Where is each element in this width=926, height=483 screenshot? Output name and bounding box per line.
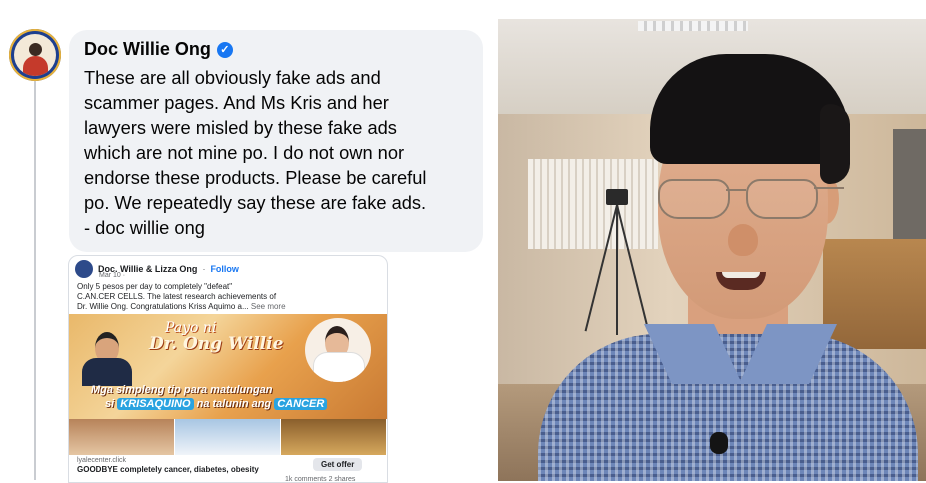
eyeglasses xyxy=(658,179,844,219)
post-text-line: C.AN.CER CELLS. The latest research achi… xyxy=(77,292,277,301)
ceiling-light xyxy=(638,21,748,31)
comment-line: scammer pages. And Ms Kris and her xyxy=(84,92,389,113)
speaker-hair-side xyxy=(820,104,850,184)
facebook-comment-panel: Doc Willie Ong ✓ These are all obviously… xyxy=(0,0,498,483)
get-offer-button: Get offer xyxy=(313,458,363,471)
video-frame xyxy=(498,19,926,481)
avatar-photo xyxy=(14,34,56,76)
attached-screenshot[interactable]: Doc. Willie & Lizza Ong · Follow Mar 10 … xyxy=(68,255,388,483)
separator-dot: · xyxy=(202,264,206,274)
avatar-body xyxy=(23,56,48,76)
comment-line: These are all obviously fake ads and xyxy=(84,67,381,88)
thumbnail-image xyxy=(281,419,387,455)
comment-line: po. We repeatedly say these are fake ads… xyxy=(84,192,427,213)
comment-bubble: Doc Willie Ong ✓ These are all obviously… xyxy=(69,30,483,252)
banner-caption-line2: si KRISAQUINO na talunin ang CANCER xyxy=(105,398,328,410)
page-avatar xyxy=(75,260,93,278)
thread-line xyxy=(34,80,36,480)
thumbnail-image xyxy=(175,419,281,455)
lapel-mic-icon xyxy=(710,432,728,454)
speaker-nose xyxy=(728,224,758,256)
ad-banner-image: Payo ni Dr. Ong Willie Mga simpleng tip … xyxy=(69,314,387,419)
post-date: Mar 10 · xyxy=(99,272,126,279)
caption-word: na talunin ang xyxy=(196,398,272,410)
comment-line: which are not mine po. I do not own nor xyxy=(84,142,405,163)
post-text-line: Only 5 pesos per day to completely "defe… xyxy=(77,282,233,291)
author-avatar[interactable] xyxy=(9,29,61,81)
verified-badge-icon: ✓ xyxy=(216,41,233,58)
post-text: Only 5 pesos per day to completely "defe… xyxy=(77,282,382,312)
post-text-line-content: Dr. Willie Ong. Congratulations Kriss Aq… xyxy=(77,302,249,311)
woman-photo xyxy=(305,318,371,382)
comment-author[interactable]: Doc Willie Ong ✓ xyxy=(84,39,233,60)
banner-title: Dr. Ong Willie xyxy=(149,334,284,354)
banner-caption-line1: Mga simpleng tip para matulungan xyxy=(91,384,273,396)
follow-link: Follow xyxy=(210,264,239,274)
thumbnail-strip xyxy=(69,419,387,455)
link-title: GOODBYE completely cancer, diabetes, obe… xyxy=(77,465,259,474)
post-text-line: Dr. Willie Ong. Congratulations Kriss Aq… xyxy=(77,302,382,312)
avatar-head xyxy=(29,43,42,56)
speaker-teeth xyxy=(722,272,760,278)
caption-highlight: CANCER xyxy=(274,398,328,410)
comment-line: lawyers were misled by these fake ads xyxy=(84,117,397,138)
man-photo xyxy=(77,332,137,386)
caption-word: si xyxy=(105,398,115,410)
caption-highlight: KRISAQUINO xyxy=(117,398,194,410)
see-more-link: See more xyxy=(250,302,286,311)
author-name[interactable]: Doc Willie Ong xyxy=(84,39,211,60)
comment-text: These are all obviously fake ads and sca… xyxy=(84,65,479,240)
comment-line: endorse these products. Please be carefu… xyxy=(84,167,427,188)
comment-line: - doc willie ong xyxy=(84,217,205,238)
thumbnail-image xyxy=(69,419,175,455)
link-domain: lyalecenter.click xyxy=(77,457,127,464)
post-engagement: 1k comments 2 shares xyxy=(285,476,356,483)
speaker xyxy=(538,34,918,481)
